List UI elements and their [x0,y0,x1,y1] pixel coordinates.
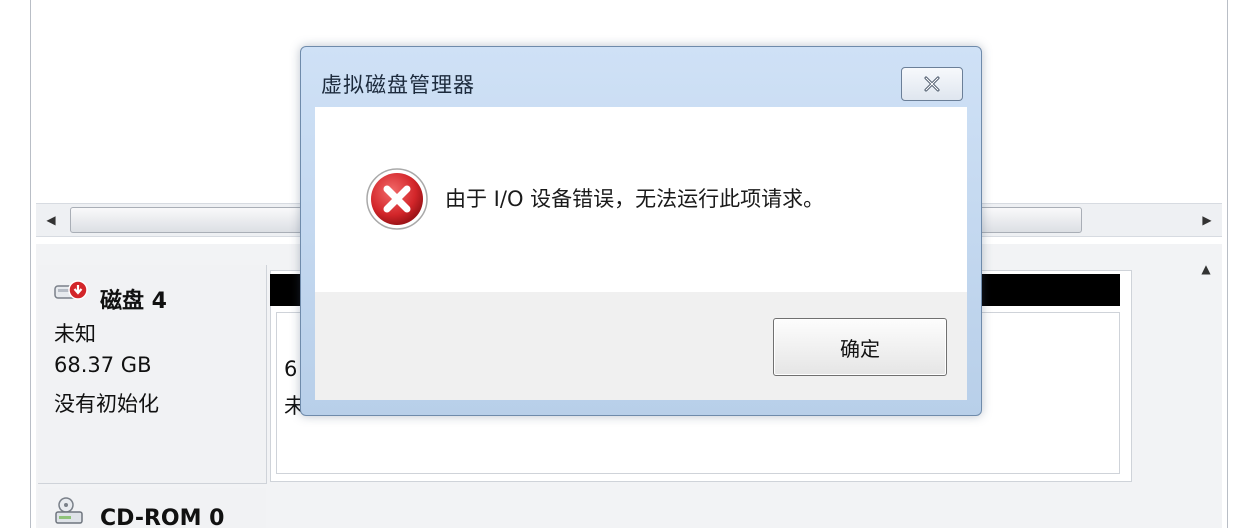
ok-button[interactable]: 确定 [773,318,947,376]
cdrom-name: CD-ROM 0 [100,506,225,531]
partition-size: 6 [284,357,298,381]
disk-type: 未知 [54,322,96,346]
cdrom-icon [55,497,83,524]
scroll-left-icon[interactable]: ◀ [36,204,66,236]
disk-size: 68.37 GB [54,353,152,377]
scroll-right-icon[interactable]: ▶ [1192,204,1222,236]
message-area: 由于 I/O 设备错误，无法运行此项请求。 [315,107,967,292]
disk-status: 没有初始化 [54,392,159,416]
dialog-title: 虚拟磁盘管理器 [321,73,475,97]
error-message: 由于 I/O 设备错误，无法运行此项请求。 [445,187,825,211]
disk-warning-icon [54,280,88,300]
vertical-scrollbar[interactable]: ▲ [1190,254,1222,528]
dialog-content: 由于 I/O 设备错误，无法运行此项请求。 确定 [315,107,967,400]
close-button[interactable] [901,67,963,101]
error-icon [366,168,428,230]
close-icon [924,76,940,92]
error-dialog: 虚拟磁盘管理器 由于 I/O 设备错误，无法运行此项请求。 确定 [300,46,982,416]
disk-name: 磁盘 4 [100,289,167,314]
scroll-up-icon[interactable]: ▲ [1190,254,1222,284]
button-area: 确定 [315,292,967,400]
